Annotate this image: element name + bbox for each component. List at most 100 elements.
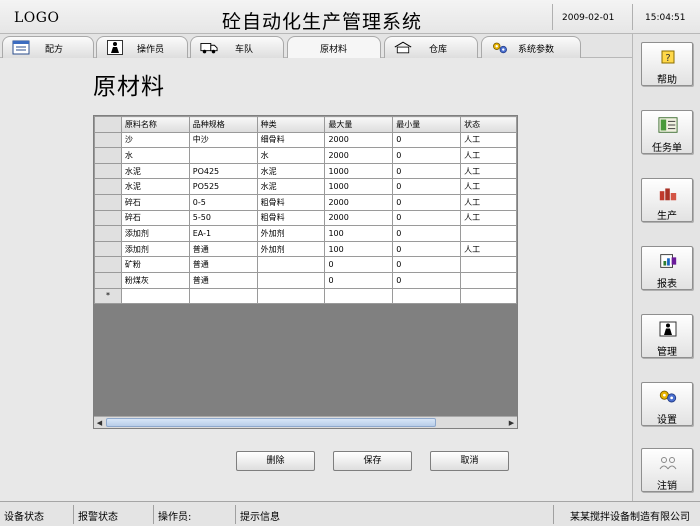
- table-cell[interactable]: [256, 271, 326, 289]
- cancel-button[interactable]: 取消: [430, 451, 509, 471]
- table-cell[interactable]: 2000: [324, 147, 394, 164]
- new-row[interactable]: *: [94, 287, 517, 305]
- table-cell[interactable]: 水: [256, 147, 326, 164]
- raw-materials-grid[interactable]: 原料名称 品种规格 种类 最大量 最小量 状态 沙中沙 细骨料 2000 0 人工水水 2…: [93, 115, 518, 429]
- table-cell[interactable]: [460, 256, 517, 273]
- column-header[interactable]: 最小量: [392, 116, 462, 133]
- row-selector[interactable]: [94, 147, 122, 164]
- table-cell[interactable]: 水泥: [256, 178, 326, 195]
- table-cell[interactable]: 外加剂: [256, 225, 326, 242]
- table-cell[interactable]: 添加剂: [120, 240, 190, 258]
- scroll-left-icon[interactable]: ◀: [94, 418, 105, 428]
- table-cell[interactable]: 水泥: [120, 162, 190, 180]
- table-row[interactable]: 碎石 5-50 粗骨料 2000 0 人工: [94, 209, 517, 227]
- table-cell[interactable]: PO425: [188, 162, 258, 180]
- column-header[interactable]: 种类: [256, 116, 326, 133]
- table-cell[interactable]: 人工: [460, 162, 517, 180]
- table-cell[interactable]: [460, 225, 517, 242]
- table-cell[interactable]: 普通: [188, 240, 258, 258]
- settings-button[interactable]: 设置: [641, 382, 693, 426]
- table-cell[interactable]: [188, 147, 258, 164]
- table-cell[interactable]: 0: [392, 209, 462, 227]
- table-cell[interactable]: 外加剂: [256, 240, 326, 258]
- table-row[interactable]: 沙中沙 细骨料 2000 0 人工: [94, 131, 517, 149]
- task-list-button[interactable]: 任务单: [641, 110, 693, 154]
- table-cell[interactable]: 粉煤灰: [120, 271, 190, 289]
- help-button[interactable]: ? 帮助: [641, 42, 693, 86]
- table-cell[interactable]: 人工: [460, 209, 517, 227]
- table-cell[interactable]: 2000: [324, 193, 394, 211]
- table-row[interactable]: 碎石 0-5 粗骨料 2000 0 人工: [94, 193, 517, 211]
- column-header[interactable]: 最大量: [324, 116, 394, 133]
- scrollbar-thumb[interactable]: [106, 418, 436, 427]
- table-cell[interactable]: 0-5: [188, 193, 258, 211]
- table-cell[interactable]: 100: [324, 225, 394, 242]
- table-cell[interactable]: 0: [392, 147, 462, 164]
- row-selector[interactable]: [94, 131, 122, 149]
- tab-fleet[interactable]: 车队: [190, 36, 284, 58]
- table-cell[interactable]: 5-50: [188, 209, 258, 227]
- table-cell[interactable]: 100: [324, 240, 394, 258]
- table-cell[interactable]: 水泥: [256, 162, 326, 180]
- column-header[interactable]: 原料名称: [120, 116, 190, 133]
- table-cell[interactable]: [188, 287, 258, 305]
- table-cell[interactable]: [392, 287, 462, 305]
- table-cell[interactable]: 沙: [120, 131, 190, 149]
- table-cell[interactable]: 人工: [460, 193, 517, 211]
- table-cell[interactable]: 粗骨料: [256, 209, 326, 227]
- table-cell[interactable]: 0: [392, 193, 462, 211]
- table-cell[interactable]: 添加剂: [120, 225, 190, 242]
- table-cell[interactable]: [460, 287, 517, 305]
- table-cell[interactable]: 0: [324, 256, 394, 273]
- table-cell[interactable]: 人工: [460, 131, 517, 149]
- tab-warehouse[interactable]: 仓库: [384, 36, 478, 58]
- table-cell[interactable]: 1000: [324, 162, 394, 180]
- table-cell[interactable]: 人工: [460, 147, 517, 164]
- scroll-right-icon[interactable]: ▶: [506, 418, 517, 428]
- table-cell[interactable]: PO525: [188, 178, 258, 195]
- save-button[interactable]: 保存: [333, 451, 412, 471]
- table-cell[interactable]: 0: [392, 162, 462, 180]
- table-cell[interactable]: [460, 271, 517, 289]
- table-cell[interactable]: 1000: [324, 178, 394, 195]
- table-row[interactable]: 水泥 PO425 水泥 1000 0 人工: [94, 162, 517, 180]
- report-button[interactable]: 报表: [641, 246, 693, 290]
- tab-system-params[interactable]: 系统参数: [481, 36, 581, 58]
- row-selector[interactable]: [94, 271, 122, 289]
- table-cell[interactable]: 人工: [460, 240, 517, 258]
- table-cell[interactable]: 0: [392, 131, 462, 149]
- tab-operator[interactable]: 操作员: [96, 36, 188, 58]
- row-selector[interactable]: [94, 256, 122, 273]
- production-button[interactable]: 生产: [641, 178, 693, 222]
- row-selector[interactable]: [94, 240, 122, 258]
- table-cell[interactable]: [120, 287, 190, 305]
- row-selector[interactable]: [94, 209, 122, 227]
- table-cell[interactable]: 0: [392, 240, 462, 258]
- table-row[interactable]: 水水 2000 0 人工: [94, 147, 517, 164]
- new-row-marker[interactable]: *: [94, 287, 122, 305]
- column-header[interactable]: 品种规格: [188, 116, 258, 133]
- table-row[interactable]: 粉煤灰 普通 0 0: [94, 271, 517, 289]
- table-cell[interactable]: 普通: [188, 256, 258, 273]
- table-cell[interactable]: 0: [392, 256, 462, 273]
- table-cell[interactable]: 人工: [460, 178, 517, 195]
- table-cell[interactable]: 2000: [324, 209, 394, 227]
- table-row[interactable]: 添加剂 普通 外加剂 100 0 人工: [94, 240, 517, 258]
- table-cell[interactable]: 细骨料: [256, 131, 326, 149]
- table-cell[interactable]: 矿粉: [120, 256, 190, 273]
- table-cell[interactable]: [256, 287, 326, 305]
- table-cell[interactable]: 碎石: [120, 193, 190, 211]
- table-cell[interactable]: [324, 287, 394, 305]
- table-cell[interactable]: 0: [324, 271, 394, 289]
- table-cell[interactable]: 水: [120, 147, 190, 164]
- row-selector[interactable]: [94, 178, 122, 195]
- delete-button[interactable]: 删除: [236, 451, 315, 471]
- table-row[interactable]: 添加剂 EA-1 外加剂 100 0: [94, 225, 517, 242]
- table-cell[interactable]: 0: [392, 225, 462, 242]
- row-selector[interactable]: [94, 162, 122, 180]
- column-header[interactable]: 状态: [460, 116, 517, 133]
- table-cell[interactable]: 0: [392, 271, 462, 289]
- row-selector[interactable]: [94, 193, 122, 211]
- tab-recipe[interactable]: 配方: [2, 36, 94, 58]
- tab-raw-materials[interactable]: 原材料: [287, 36, 381, 59]
